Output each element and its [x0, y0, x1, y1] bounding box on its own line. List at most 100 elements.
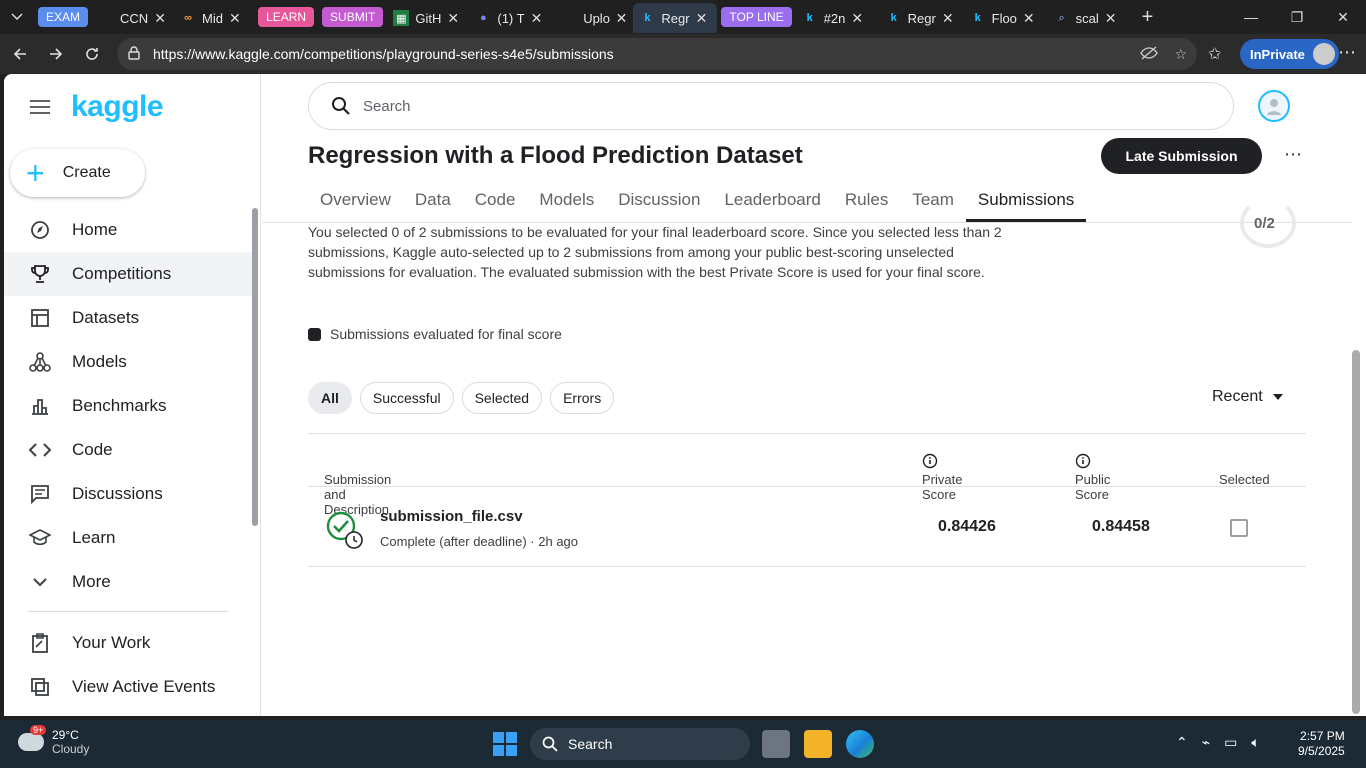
tab-team[interactable]: Team [900, 180, 966, 222]
clock[interactable]: 2:57 PM 9/5/2025 [1298, 729, 1345, 759]
browser-tab[interactable]: ⌕ scal ✕ [1048, 3, 1132, 33]
close-icon[interactable]: ✕ [1023, 10, 1035, 27]
sidebar: kaggle + Create Home Competitions Datase… [4, 74, 261, 716]
search-placeholder: Search [363, 97, 411, 115]
sidebar-scrollbar[interactable] [252, 208, 258, 526]
legend: Submissions evaluated for final score [308, 326, 562, 342]
tab-discussion[interactable]: Discussion [606, 180, 712, 222]
inprivate-badge[interactable]: InPrivate [1240, 39, 1339, 69]
infinity-icon: ∞ [184, 12, 192, 24]
tab-actions-menu[interactable] [0, 0, 34, 34]
browser-tab[interactable]: k Floo ✕ [964, 3, 1048, 33]
favorites-icon[interactable]: ✩ [1208, 44, 1221, 64]
task-view-icon[interactable] [762, 730, 790, 758]
refresh-button[interactable] [74, 36, 110, 72]
tab-group-label-learn[interactable]: LEARN [258, 7, 315, 27]
info-icon[interactable] [1075, 453, 1091, 469]
sidebar-item-more[interactable]: More [4, 560, 256, 604]
forward-button[interactable] [38, 36, 74, 72]
menu-icon[interactable] [28, 96, 52, 120]
filter-errors[interactable]: Errors [550, 382, 615, 414]
page-scrollbar[interactable] [1352, 350, 1360, 714]
weather-widget[interactable]: 9+ 29°C Cloudy [18, 725, 89, 756]
tab-group-label-submit[interactable]: SUBMIT [322, 7, 384, 27]
sidebar-item-learn[interactable]: Learn [4, 516, 256, 560]
browser-tab[interactable]: Uplo ✕ [555, 3, 633, 33]
close-icon[interactable]: ✕ [696, 10, 708, 27]
file-explorer-icon[interactable] [804, 730, 832, 758]
info-icon[interactable] [922, 453, 938, 469]
sidebar-item-models[interactable]: Models [4, 340, 256, 384]
tracking-prevention-icon[interactable] [1140, 46, 1159, 63]
table-header: Submission and Description Private Score… [308, 433, 1306, 517]
close-window-button[interactable]: ✕ [1320, 0, 1366, 34]
chevron-up-icon[interactable]: ⌃ [1176, 734, 1188, 751]
tab-rules[interactable]: Rules [833, 180, 900, 222]
browser-tab[interactable]: ● (1) T ✕ [469, 3, 555, 33]
tab-group-label-top-line[interactable]: TOP LINE [721, 7, 792, 27]
tab-code[interactable]: Code [463, 180, 528, 222]
create-button[interactable]: + Create [10, 149, 145, 197]
tab-models[interactable]: Models [527, 180, 606, 222]
plus-icon: + [26, 155, 45, 191]
browser-tab[interactable]: CCN ✕ [92, 3, 174, 33]
browser-tab[interactable]: k #2n ✕ [796, 3, 880, 33]
tab-favicon [98, 10, 114, 26]
favorite-star-icon[interactable]: ☆ [1174, 46, 1187, 63]
sidebar-item-home[interactable]: Home [4, 208, 256, 252]
close-icon[interactable]: ✕ [154, 10, 166, 27]
close-icon[interactable]: ✕ [1105, 10, 1117, 27]
browser-tab[interactable]: k Regr ✕ [880, 3, 964, 33]
address-bar[interactable]: https://www.kaggle.com/competitions/play… [117, 38, 1197, 70]
sort-dropdown[interactable]: Recent [1212, 388, 1283, 406]
sidebar-item-code[interactable]: Code [4, 428, 256, 472]
avatar[interactable] [1258, 90, 1290, 122]
edge-browser-icon[interactable] [846, 730, 874, 758]
close-icon[interactable]: ✕ [531, 10, 543, 27]
submission-filename[interactable]: submission_file.csv [380, 508, 523, 525]
kaggle-favicon-icon: k [806, 12, 813, 24]
filter-all[interactable]: All [308, 382, 352, 414]
table-row: submission_file.csv Complete (after dead… [308, 487, 1306, 567]
close-icon[interactable]: ✕ [447, 10, 459, 27]
close-icon[interactable]: ✕ [229, 10, 241, 27]
sidebar-item-your-work[interactable]: Your Work [4, 621, 256, 665]
filter-selected[interactable]: Selected [461, 382, 543, 414]
browser-menu-icon[interactable]: ⋯ [1338, 42, 1356, 63]
tab-data[interactable]: Data [403, 180, 463, 222]
close-icon[interactable]: ✕ [851, 10, 863, 27]
browser-tab[interactable]: ∞ Mid ✕ [174, 3, 254, 33]
legend-swatch [308, 327, 321, 341]
close-icon[interactable]: ✕ [942, 10, 954, 27]
select-checkbox[interactable] [1230, 519, 1248, 537]
notification-badge: 9+ [30, 725, 47, 735]
selection-info-text: You selected 0 of 2 submissions to be ev… [308, 224, 1002, 280]
sidebar-item-discussions[interactable]: Discussions [4, 472, 256, 516]
kaggle-logo[interactable]: kaggle [71, 90, 164, 124]
more-options-icon[interactable]: ⋯ [1284, 144, 1302, 165]
sidebar-item-benchmarks[interactable]: Benchmarks [4, 384, 256, 428]
tab-overview[interactable]: Overview [308, 180, 403, 222]
sidebar-item-competitions[interactable]: Competitions [4, 252, 256, 296]
sidebar-item-view-active-events[interactable]: View Active Events [4, 665, 256, 709]
back-button[interactable] [2, 36, 38, 72]
sidebar-item-datasets[interactable]: Datasets [4, 296, 256, 340]
restore-button[interactable]: ❐ [1274, 0, 1320, 34]
taskbar-search[interactable]: Search [530, 728, 750, 760]
tab-leaderboard[interactable]: Leaderboard [712, 180, 832, 222]
tab-group-label-exam[interactable]: EXAM [38, 7, 89, 27]
display-icon[interactable]: ▭ [1224, 734, 1237, 751]
network-icon[interactable]: ⌁ [1202, 734, 1210, 751]
windows-start-icon[interactable] [493, 732, 517, 756]
volume-icon[interactable]: 🔈︎ [1251, 734, 1259, 751]
minimize-button[interactable]: — [1228, 0, 1274, 34]
browser-tab-active[interactable]: k Regr ✕ [633, 3, 718, 33]
tab-submissions[interactable]: Submissions [965, 180, 1087, 222]
filter-successful[interactable]: Successful [359, 382, 454, 414]
lock-icon[interactable] [127, 45, 141, 63]
search-input[interactable]: Search [308, 82, 1234, 130]
new-tab-button[interactable]: + [1142, 6, 1154, 29]
browser-tab[interactable]: ▦ GitH ✕ [387, 3, 469, 33]
close-icon[interactable]: ✕ [616, 10, 628, 27]
late-submission-button[interactable]: Late Submission [1101, 138, 1262, 174]
